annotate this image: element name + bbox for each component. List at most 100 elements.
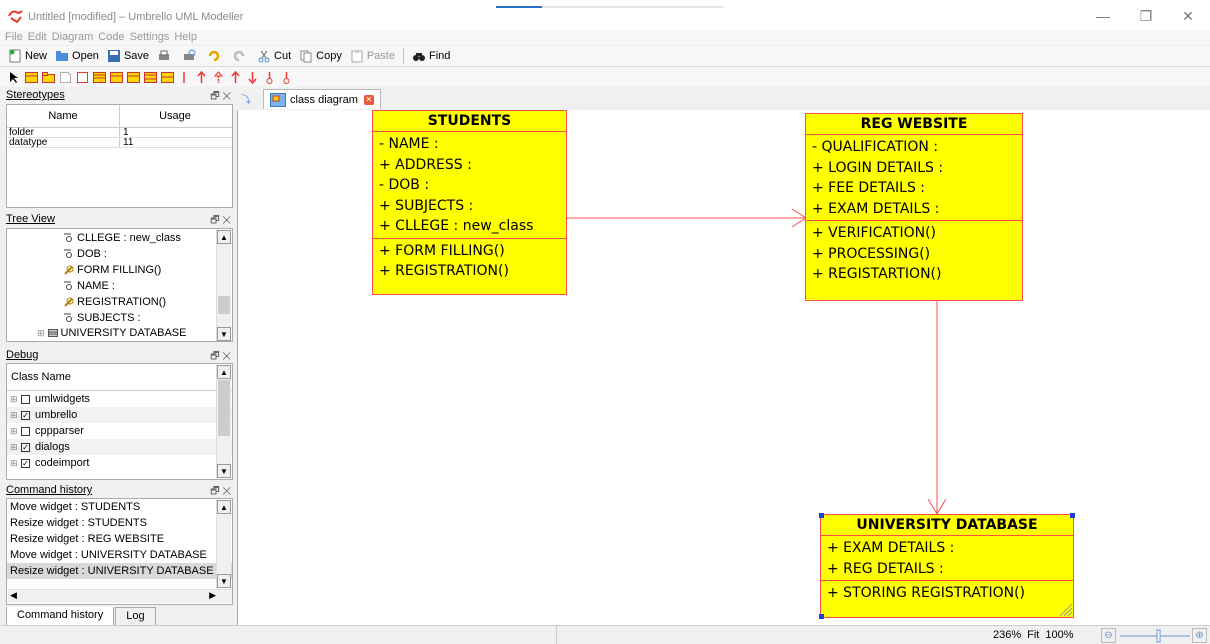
menu-file[interactable]: File: [5, 30, 23, 45]
package-tool-icon[interactable]: [42, 71, 55, 84]
scroll-thumb[interactable]: [218, 380, 230, 436]
checkbox[interactable]: [21, 426, 30, 436]
class-reg-website[interactable]: REG WEBSITE - QUALIFICATION : + LOGIN DE…: [805, 113, 1023, 301]
note-tool-icon[interactable]: [59, 71, 72, 84]
zoom-slider[interactable]: [1120, 629, 1190, 643]
datatype-tool-icon[interactable]: [110, 71, 123, 84]
list-item[interactable]: Move widget : STUDENTS: [7, 499, 232, 515]
zoom-out-icon[interactable]: ⊖: [1101, 628, 1116, 643]
find-button[interactable]: Find: [412, 49, 450, 63]
list-item[interactable]: ⊞ umlwidgets: [7, 391, 232, 407]
minimize-button[interactable]: —: [1093, 6, 1113, 26]
tree-scrollbar[interactable]: ▲ ▼: [216, 230, 231, 341]
class-tool-icon[interactable]: [25, 71, 38, 84]
scroll-down-icon[interactable]: ▼: [217, 464, 231, 478]
tree-item[interactable]: REGISTRATION(): [64, 296, 166, 308]
copy-button[interactable]: Copy: [299, 49, 342, 63]
entity-tool-icon[interactable]: [144, 71, 157, 84]
print-button[interactable]: [157, 49, 174, 63]
composition-arrow-icon[interactable]: [263, 71, 276, 84]
list-item[interactable]: ⊞ ✓ dialogs: [7, 439, 232, 455]
scroll-up-icon[interactable]: ▲: [217, 500, 231, 514]
resize-grip-icon[interactable]: [1057, 601, 1073, 617]
tab-log[interactable]: Log: [115, 607, 156, 626]
new-tab-icon[interactable]: ⤵: [241, 91, 251, 106]
tree-item[interactable]: DOB :: [64, 248, 107, 260]
select-arrow-icon[interactable]: [8, 71, 21, 84]
tree-item[interactable]: NAME :: [64, 280, 115, 292]
cut-button[interactable]: Cut: [257, 49, 291, 63]
restore-button[interactable]: ❐: [1136, 6, 1156, 26]
zoom-in-icon[interactable]: ⊕: [1192, 628, 1207, 643]
checkbox[interactable]: ✓: [21, 458, 30, 468]
tree-item[interactable]: ⊞ UNIVERSITY DATABASE: [37, 327, 186, 339]
command-history-dock-title: Command history 🗗 ✕: [6, 484, 233, 498]
menu-help[interactable]: Help: [174, 30, 197, 45]
print-preview-button[interactable]: [182, 49, 199, 63]
template-class-tool-icon[interactable]: [161, 71, 174, 84]
class-diagram-icon: [270, 92, 286, 107]
scroll-left-icon[interactable]: ◀: [10, 590, 17, 601]
scroll-up-icon[interactable]: ▲: [217, 230, 231, 244]
open-button[interactable]: Open: [55, 49, 99, 63]
save-button[interactable]: Save: [107, 49, 149, 63]
column-name-header[interactable]: Name: [7, 105, 120, 127]
tab-class-diagram[interactable]: class diagram ✕: [263, 89, 381, 109]
tab-command-history[interactable]: Command history: [6, 607, 115, 626]
list-item[interactable]: Move widget : UNIVERSITY DATABASE: [7, 547, 232, 563]
list-item[interactable]: ⊞ cppparser: [7, 423, 232, 439]
expand-icon[interactable]: ⊞: [37, 328, 45, 339]
undo-button[interactable]: [207, 49, 224, 63]
column-usage-header[interactable]: Usage: [120, 105, 230, 127]
class-university-database[interactable]: UNIVERSITY DATABASE + EXAM DETAILS : + R…: [819, 513, 1075, 619]
containment-arrow-icon[interactable]: [280, 71, 293, 84]
paste-button[interactable]: Paste: [350, 49, 395, 63]
history-horizontal-scrollbar[interactable]: ◀ ▶: [8, 589, 232, 603]
tree-view: CLLEGE : new_class DOB : FORM FILLING() …: [6, 228, 233, 342]
scroll-right-icon[interactable]: ▶: [209, 590, 216, 601]
checkbox[interactable]: ✓: [21, 442, 30, 452]
scroll-down-icon[interactable]: ▼: [217, 327, 231, 341]
list-item[interactable]: ⊞ ✓ umbrello: [7, 407, 232, 423]
enum-tool-icon[interactable]: [127, 71, 140, 84]
tree-item[interactable]: FORM FILLING(): [64, 264, 161, 276]
selection-handle[interactable]: [819, 614, 824, 619]
new-button[interactable]: New: [8, 49, 47, 63]
fit-button[interactable]: Fit: [1027, 629, 1039, 641]
dependency-arrow-icon[interactable]: [229, 70, 242, 84]
checkbox[interactable]: [21, 394, 30, 404]
history-scrollbar[interactable]: ▲ ▼: [216, 500, 231, 588]
list-item-selected[interactable]: Resize widget : UNIVERSITY DATABASE: [7, 563, 232, 579]
menu-diagram[interactable]: Diagram: [52, 30, 94, 45]
diagram-canvas[interactable]: STUDENTS - NAME : + ADDRESS : - DOB : + …: [237, 110, 1210, 625]
checkbox[interactable]: ✓: [21, 410, 30, 420]
tree-item[interactable]: SUBJECTS :: [64, 312, 141, 324]
debug-scrollbar[interactable]: ▲ ▼: [216, 365, 231, 478]
selection-handle[interactable]: [819, 513, 824, 518]
box-tool-icon[interactable]: [76, 71, 89, 84]
tree-item[interactable]: CLLEGE : new_class: [64, 232, 181, 244]
interface-tool-icon[interactable]: [93, 71, 106, 84]
table-row[interactable]: datatype 11: [7, 138, 232, 148]
menu-edit[interactable]: Edit: [28, 30, 47, 45]
zoom-100-button[interactable]: 100%: [1045, 629, 1073, 641]
scroll-thumb[interactable]: [218, 296, 230, 314]
generalization-arrow-icon[interactable]: [212, 70, 225, 84]
association-arrow-icon[interactable]: [195, 70, 208, 84]
class-name-header[interactable]: Class Name: [7, 364, 232, 391]
selection-handle[interactable]: [1070, 513, 1075, 518]
list-item[interactable]: ⊞ ✓ codeimport: [7, 455, 232, 471]
redo-button[interactable]: [232, 49, 249, 63]
menu-settings[interactable]: Settings: [130, 30, 170, 45]
aggregation-arrow-icon[interactable]: [246, 71, 259, 84]
list-item[interactable]: Resize widget : REG WEBSITE: [7, 531, 232, 547]
close-window-button[interactable]: ✕: [1178, 6, 1198, 26]
list-item[interactable]: Resize widget : STUDENTS: [7, 515, 232, 531]
operation: + REGISTRATION(): [379, 263, 509, 279]
close-tab-icon[interactable]: ✕: [363, 94, 374, 105]
menu-code[interactable]: Code: [98, 30, 124, 45]
scroll-up-icon[interactable]: ▲: [217, 365, 231, 379]
scroll-down-icon[interactable]: ▼: [217, 574, 231, 588]
print-icon: [159, 50, 170, 60]
class-students[interactable]: STUDENTS - NAME : + ADDRESS : - DOB : + …: [372, 110, 567, 295]
